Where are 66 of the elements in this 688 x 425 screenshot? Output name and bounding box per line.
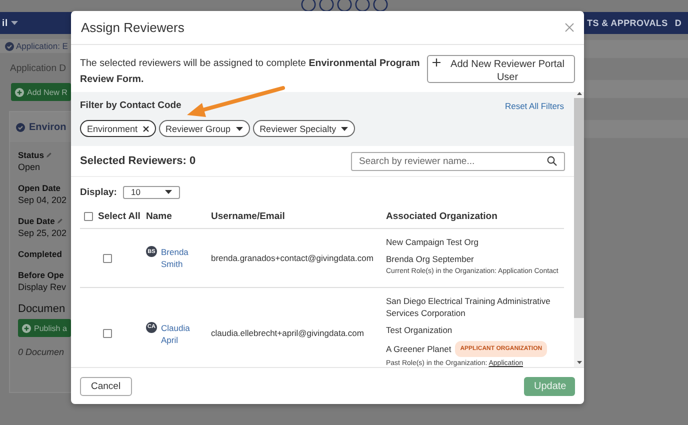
scrollbar-thumb[interactable] bbox=[574, 98, 584, 318]
reset-filters-link[interactable]: Reset All Filters bbox=[504, 100, 564, 110]
plus-circle-icon bbox=[22, 324, 31, 332]
plus-circle-icon bbox=[15, 88, 24, 96]
field-value: Display Rev bbox=[18, 282, 68, 292]
intro-text: The selected reviewers will be assigned to complete Environmental Program Review Form. bbox=[80, 57, 420, 87]
remove-icon[interactable] bbox=[142, 126, 149, 132]
organization-name: New Campaign Test Org bbox=[386, 236, 478, 248]
select-all-checkbox[interactable] bbox=[84, 212, 93, 220]
reviewer-email: brenda.granados+contact@givingdata.com bbox=[211, 252, 374, 262]
selected-count: Selected Reviewers: 0 bbox=[80, 155, 196, 167]
row-checkbox[interactable] bbox=[103, 329, 112, 338]
filter-chip[interactable]: Environment bbox=[80, 120, 156, 137]
field-label: Due Date bbox=[18, 216, 55, 226]
field-label: Before Ope bbox=[18, 270, 64, 280]
documents-count: 0 Documen bbox=[18, 347, 66, 357]
close-icon[interactable] bbox=[565, 23, 574, 32]
pencil-icon bbox=[46, 152, 52, 158]
caret-icon bbox=[11, 21, 18, 25]
scroll-down-icon[interactable] bbox=[576, 361, 582, 364]
field-label: Open Date bbox=[18, 183, 61, 193]
page-size-dropdown[interactable]: 10 bbox=[122, 186, 180, 198]
add-new-button[interactable]: Add New R bbox=[11, 83, 71, 101]
plus-icon bbox=[432, 58, 441, 67]
field-value: Open bbox=[18, 162, 42, 172]
organization-name: A Greener Planet bbox=[386, 343, 452, 355]
reviewer-name-link[interactable]: Claudia April bbox=[161, 322, 197, 346]
scroll-up-icon[interactable] bbox=[576, 92, 582, 95]
organization-name: Brenda Org September bbox=[386, 253, 474, 265]
reviewer-email: claudia.ellebrecht+april@givingdata.com bbox=[211, 328, 364, 338]
row-checkbox[interactable] bbox=[103, 254, 112, 262]
publish-button[interactable]: Publish a bbox=[18, 319, 71, 337]
caret-icon bbox=[164, 190, 172, 194]
search-icon bbox=[547, 156, 557, 166]
column-header: Name bbox=[146, 210, 172, 222]
check-circle-icon bbox=[16, 122, 25, 132]
organization-name: Test Organization bbox=[386, 324, 452, 336]
cancel-button[interactable]: Cancel bbox=[80, 376, 132, 396]
field-label: Status bbox=[18, 150, 44, 160]
organization-name: San Diego Electrical Training Administrative Services Corporation bbox=[386, 295, 552, 319]
dialog-title: Assign Reviewers bbox=[81, 20, 184, 35]
select-all-label: Select All bbox=[98, 210, 140, 222]
reviewer-name-link[interactable]: Brenda Smith bbox=[161, 246, 197, 270]
search-field[interactable]: Search by reviewer name... bbox=[351, 152, 565, 170]
breadcrumb-text: Application: E bbox=[16, 41, 68, 51]
caret-icon bbox=[236, 126, 243, 130]
pencil-icon bbox=[56, 218, 63, 224]
section-title: Application D bbox=[10, 63, 67, 74]
filter-title: Filter by Contact Code bbox=[80, 100, 182, 111]
nav-menu-item[interactable]: TS & APPROVALS bbox=[587, 18, 668, 28]
nav-menu-item[interactable]: D bbox=[674, 18, 682, 28]
caret-icon bbox=[341, 126, 348, 130]
nav-menu-item[interactable]: il bbox=[2, 18, 8, 28]
display-label: Display: bbox=[80, 186, 117, 198]
column-header: Associated Organization bbox=[386, 210, 498, 222]
check-circle-icon bbox=[5, 42, 14, 50]
scrollbar[interactable] bbox=[574, 92, 584, 367]
filter-chip[interactable]: Reviewer Group bbox=[158, 120, 250, 137]
field-value: Sep 25, 202 bbox=[18, 228, 68, 238]
filter-chip[interactable]: Reviewer Specialty bbox=[252, 120, 356, 137]
field-label: Completed bbox=[18, 249, 62, 259]
documents-title: Documen bbox=[18, 303, 66, 315]
card-title: Environ bbox=[29, 122, 66, 132]
field-value: Sep 04, 202 bbox=[18, 195, 68, 205]
column-header: Username/Email bbox=[211, 210, 285, 222]
add-reviewer-button[interactable]: Add New Reviewer Portal User bbox=[427, 55, 575, 83]
